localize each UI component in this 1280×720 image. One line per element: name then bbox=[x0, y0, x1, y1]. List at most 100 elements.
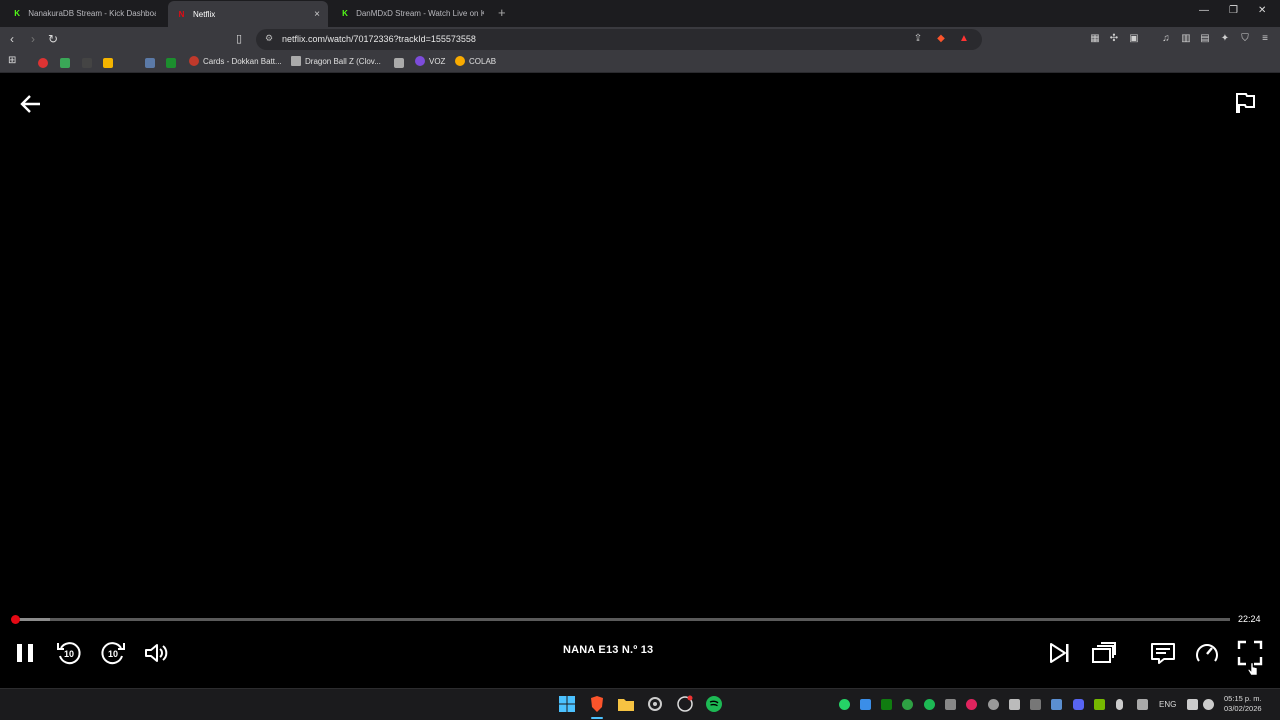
video-player[interactable]: 22:24 10 10 NANA E13 N.º 13 bbox=[0, 74, 1280, 688]
bookmark-label: VOZ bbox=[429, 56, 446, 66]
apps-grid-icon[interactable]: ⊞ bbox=[8, 55, 16, 66]
kick-icon: K bbox=[342, 9, 348, 18]
vpn-icon[interactable]: ⛉ bbox=[1239, 33, 1251, 45]
back-arrow-icon[interactable] bbox=[18, 91, 44, 117]
progress-bar[interactable] bbox=[11, 615, 1230, 624]
page-icon[interactable] bbox=[394, 58, 404, 68]
network-icon[interactable] bbox=[1187, 699, 1198, 710]
episode-title: NANA E13 N.º 13 bbox=[563, 644, 654, 656]
brave-rewards-icon[interactable]: ▲ bbox=[958, 33, 970, 45]
clock-date: 03/02/2026 bbox=[1224, 704, 1262, 713]
tray-app-icon[interactable] bbox=[902, 699, 913, 710]
close-window-icon[interactable]: ✕ bbox=[1258, 5, 1266, 16]
menu-icon[interactable]: ≡ bbox=[1259, 33, 1271, 45]
leo-ai-icon[interactable]: ✦ bbox=[1219, 33, 1231, 45]
time-remaining: 22:24 bbox=[1238, 614, 1261, 624]
tab-strip: K NanakuraDB Stream - Kick Dashboard N N… bbox=[0, 0, 1280, 27]
scrubber-knob[interactable] bbox=[11, 615, 21, 624]
nvidia-icon[interactable] bbox=[1094, 699, 1105, 710]
page-icon bbox=[291, 56, 301, 66]
windows-taskbar: ENG 05:15 p. m. 03/02/2026 bbox=[0, 688, 1280, 720]
spotify-icon[interactable] bbox=[705, 695, 723, 713]
forward-10-icon[interactable]: 10 bbox=[99, 639, 127, 667]
screenshot-icon[interactable]: ▣ bbox=[1128, 33, 1140, 45]
bookmark-label: Dragon Ball Z (Clov... bbox=[305, 56, 381, 66]
brave-shields-icon[interactable]: ◆ bbox=[935, 33, 947, 45]
brave-browser-icon[interactable] bbox=[588, 695, 606, 713]
bookmark-colab[interactable]: COLAB bbox=[455, 56, 496, 66]
restore-icon[interactable]: ❐ bbox=[1229, 5, 1238, 16]
bookmark-favicon-icon[interactable] bbox=[82, 58, 92, 68]
bookmark-icon[interactable]: ▯ bbox=[236, 32, 242, 46]
usb-icon[interactable] bbox=[1009, 699, 1020, 710]
playback-speed-icon[interactable] bbox=[1193, 639, 1221, 667]
file-explorer-icon[interactable] bbox=[617, 695, 635, 713]
url-text[interactable]: netflix.com/watch/70172336?trackId=15557… bbox=[282, 34, 476, 44]
close-tab-icon[interactable]: × bbox=[314, 9, 320, 20]
bookmark-dragon-ball[interactable]: Dragon Ball Z (Clov... bbox=[291, 56, 381, 66]
xbox-icon[interactable] bbox=[881, 699, 892, 710]
pause-icon[interactable] bbox=[11, 639, 39, 667]
next-episode-icon[interactable] bbox=[1045, 639, 1073, 667]
forward-icon[interactable]: › bbox=[31, 32, 35, 46]
sidebar-icon[interactable]: ▥ bbox=[1180, 33, 1192, 45]
colab-icon bbox=[455, 56, 465, 66]
google-drive-icon[interactable] bbox=[103, 58, 113, 68]
episodes-icon[interactable] bbox=[1090, 639, 1118, 667]
tab-nanakura-kick[interactable]: K NanakuraDB Stream - Kick Dashboard bbox=[4, 2, 164, 25]
discord-icon[interactable] bbox=[1073, 699, 1084, 710]
tab-netflix[interactable]: N Netflix × bbox=[168, 1, 328, 27]
windows-start-icon[interactable] bbox=[558, 695, 576, 713]
report-flag-icon[interactable] bbox=[1233, 91, 1257, 115]
clock-time: 05:15 p. m. bbox=[1224, 694, 1262, 703]
kick-icon: K bbox=[14, 9, 20, 18]
bookmark-label: COLAB bbox=[469, 56, 497, 66]
rewind-label: 10 bbox=[64, 649, 74, 659]
tab-danmdxd-kick[interactable]: K DanMDxD Stream - Watch Live on Kick bbox=[332, 2, 492, 25]
volume-icon[interactable] bbox=[142, 639, 170, 667]
active-indicator bbox=[591, 717, 603, 719]
rewind-10-icon[interactable]: 10 bbox=[55, 639, 83, 667]
bookmark-favicon-icon[interactable] bbox=[145, 58, 155, 68]
subtitles-icon[interactable] bbox=[1149, 639, 1177, 667]
tray-app-icon[interactable] bbox=[988, 699, 999, 710]
address-bar[interactable]: ⚙ netflix.com/watch/70172336?trackId=155… bbox=[256, 29, 982, 50]
whatsapp-icon[interactable] bbox=[839, 699, 850, 710]
reload-icon[interactable]: ↻ bbox=[48, 32, 58, 46]
new-tab-button[interactable]: + bbox=[498, 5, 506, 20]
tray-app-icon[interactable] bbox=[966, 699, 977, 710]
microphone-icon[interactable] bbox=[1116, 699, 1123, 710]
app-icon[interactable] bbox=[676, 695, 694, 713]
forward-label: 10 bbox=[108, 649, 118, 659]
share-icon[interactable]: ⇪ bbox=[912, 33, 924, 45]
site-info-icon[interactable]: ⚙ bbox=[265, 33, 273, 44]
extensions-puzzle-icon[interactable]: ✣ bbox=[1108, 33, 1120, 45]
speaker-icon[interactable] bbox=[1203, 699, 1214, 710]
language-indicator[interactable]: ENG bbox=[1159, 700, 1176, 709]
back-icon[interactable]: ‹ bbox=[10, 32, 14, 46]
bookmark-voz[interactable]: VOZ bbox=[415, 56, 445, 66]
tab-title: DanMDxD Stream - Watch Live on Kick bbox=[356, 9, 484, 18]
system-clock[interactable]: 05:15 p. m. 03/02/2026 bbox=[1224, 694, 1262, 714]
media-icon[interactable]: ♫ bbox=[1160, 33, 1172, 45]
dokkan-icon bbox=[189, 56, 199, 66]
settings-app-icon[interactable] bbox=[646, 695, 664, 713]
bookmark-dokkan[interactable]: Cards - Dokkan Batt... bbox=[189, 56, 282, 66]
tray-app-icon[interactable] bbox=[1030, 699, 1041, 710]
tab-title: NanakuraDB Stream - Kick Dashboard bbox=[28, 9, 156, 18]
pen-icon[interactable] bbox=[1137, 699, 1148, 710]
steam-icon[interactable] bbox=[1051, 699, 1062, 710]
bookmark-favicon-icon[interactable] bbox=[166, 58, 176, 68]
google-drive-icon[interactable] bbox=[60, 58, 70, 68]
netflix-icon: N bbox=[178, 9, 185, 19]
tray-app-icon[interactable] bbox=[945, 699, 956, 710]
spotify-tray-icon[interactable] bbox=[924, 699, 935, 710]
browser-toolbar: ‹ › ↻ ▯ ⚙ netflix.com/watch/70172336?tra… bbox=[0, 27, 1280, 52]
extension-icon[interactable]: ▦ bbox=[1089, 33, 1101, 45]
bookmark-label: Cards - Dokkan Batt... bbox=[203, 56, 282, 66]
tray-app-icon[interactable] bbox=[860, 699, 871, 710]
minimize-icon[interactable]: — bbox=[1199, 5, 1209, 16]
bookmark-favicon-icon[interactable] bbox=[38, 58, 48, 68]
wallet-icon[interactable]: ▤ bbox=[1199, 33, 1211, 45]
voz-icon bbox=[415, 56, 425, 66]
